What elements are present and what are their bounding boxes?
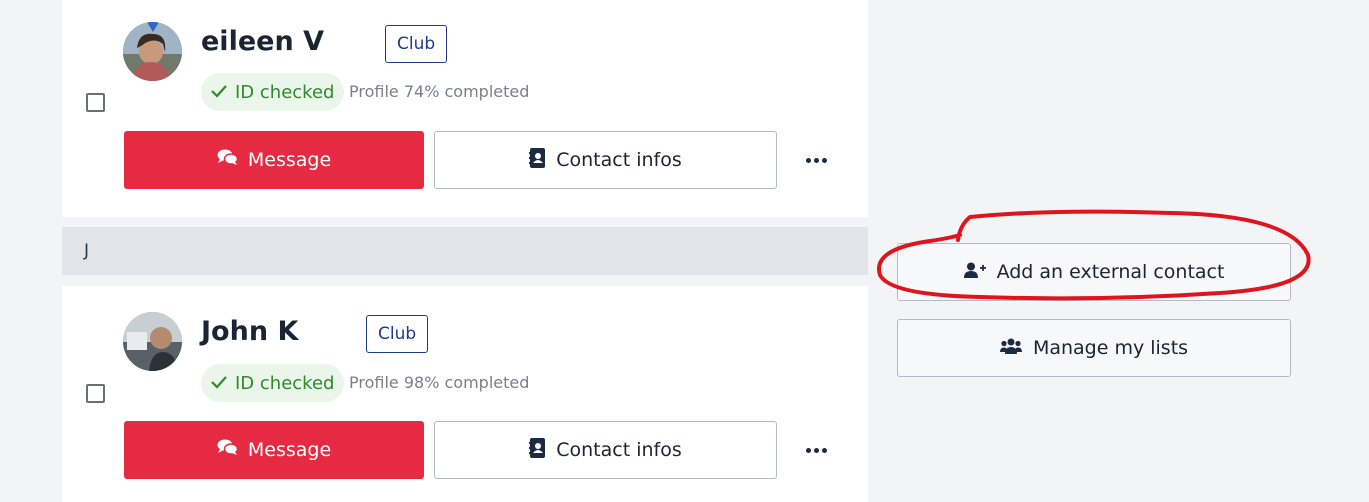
contact-infos-button[interactable]: Contact infos [434, 131, 777, 189]
contact-infos-label: Contact infos [556, 149, 682, 171]
add-external-contact-label: Add an external contact [996, 261, 1225, 283]
id-checked-badge: ID checked [201, 73, 345, 111]
contact-infos-label: Contact infos [556, 439, 682, 461]
club-badge-label: Club [378, 324, 417, 344]
profile-completion: Profile 98% completed [349, 373, 530, 392]
ellipsis-icon [805, 157, 811, 163]
address-book-icon [529, 437, 546, 463]
add-external-contact-button[interactable]: Add an external contact [897, 243, 1291, 301]
select-checkbox[interactable] [86, 384, 105, 403]
contact-name[interactable]: John K [201, 316, 298, 347]
chat-bubbles-icon [217, 439, 239, 461]
contact-infos-button[interactable]: Contact infos [434, 421, 777, 479]
club-badge: Club [366, 315, 429, 353]
id-checked-label: ID checked [235, 81, 335, 103]
select-checkbox[interactable] [86, 93, 105, 112]
id-checked-label: ID checked [235, 372, 335, 394]
more-options-button[interactable] [802, 150, 830, 170]
chat-bubbles-icon [217, 149, 239, 171]
message-button-label: Message [247, 439, 332, 461]
check-icon [211, 82, 227, 103]
profile-completion: Profile 74% completed [349, 82, 530, 101]
manage-lists-label: Manage my lists [1032, 337, 1189, 359]
address-book-icon [529, 147, 546, 173]
message-button-label: Message [247, 149, 332, 171]
user-plus-icon [963, 261, 986, 283]
manage-lists-button[interactable]: Manage my lists [897, 319, 1291, 377]
message-button[interactable]: Message [124, 421, 424, 479]
club-badge-label: Club [397, 34, 436, 54]
check-icon [211, 373, 227, 394]
message-button[interactable]: Message [124, 131, 424, 189]
contact-name[interactable]: eileen V [201, 26, 324, 57]
contact-card-john: John K Club ID checked Profile 98% compl… [62, 286, 868, 502]
ellipsis-icon [805, 447, 811, 453]
contact-card-eileen: eileen V Club ID checked Profile 74% com… [62, 0, 868, 217]
more-options-button[interactable] [802, 440, 830, 460]
section-letter-header: J [62, 227, 868, 275]
users-icon [999, 337, 1022, 359]
avatar[interactable] [123, 312, 182, 371]
avatar[interactable] [123, 22, 182, 81]
id-checked-badge: ID checked [201, 364, 345, 402]
section-letter: J [84, 241, 90, 261]
club-badge: Club [385, 25, 448, 63]
